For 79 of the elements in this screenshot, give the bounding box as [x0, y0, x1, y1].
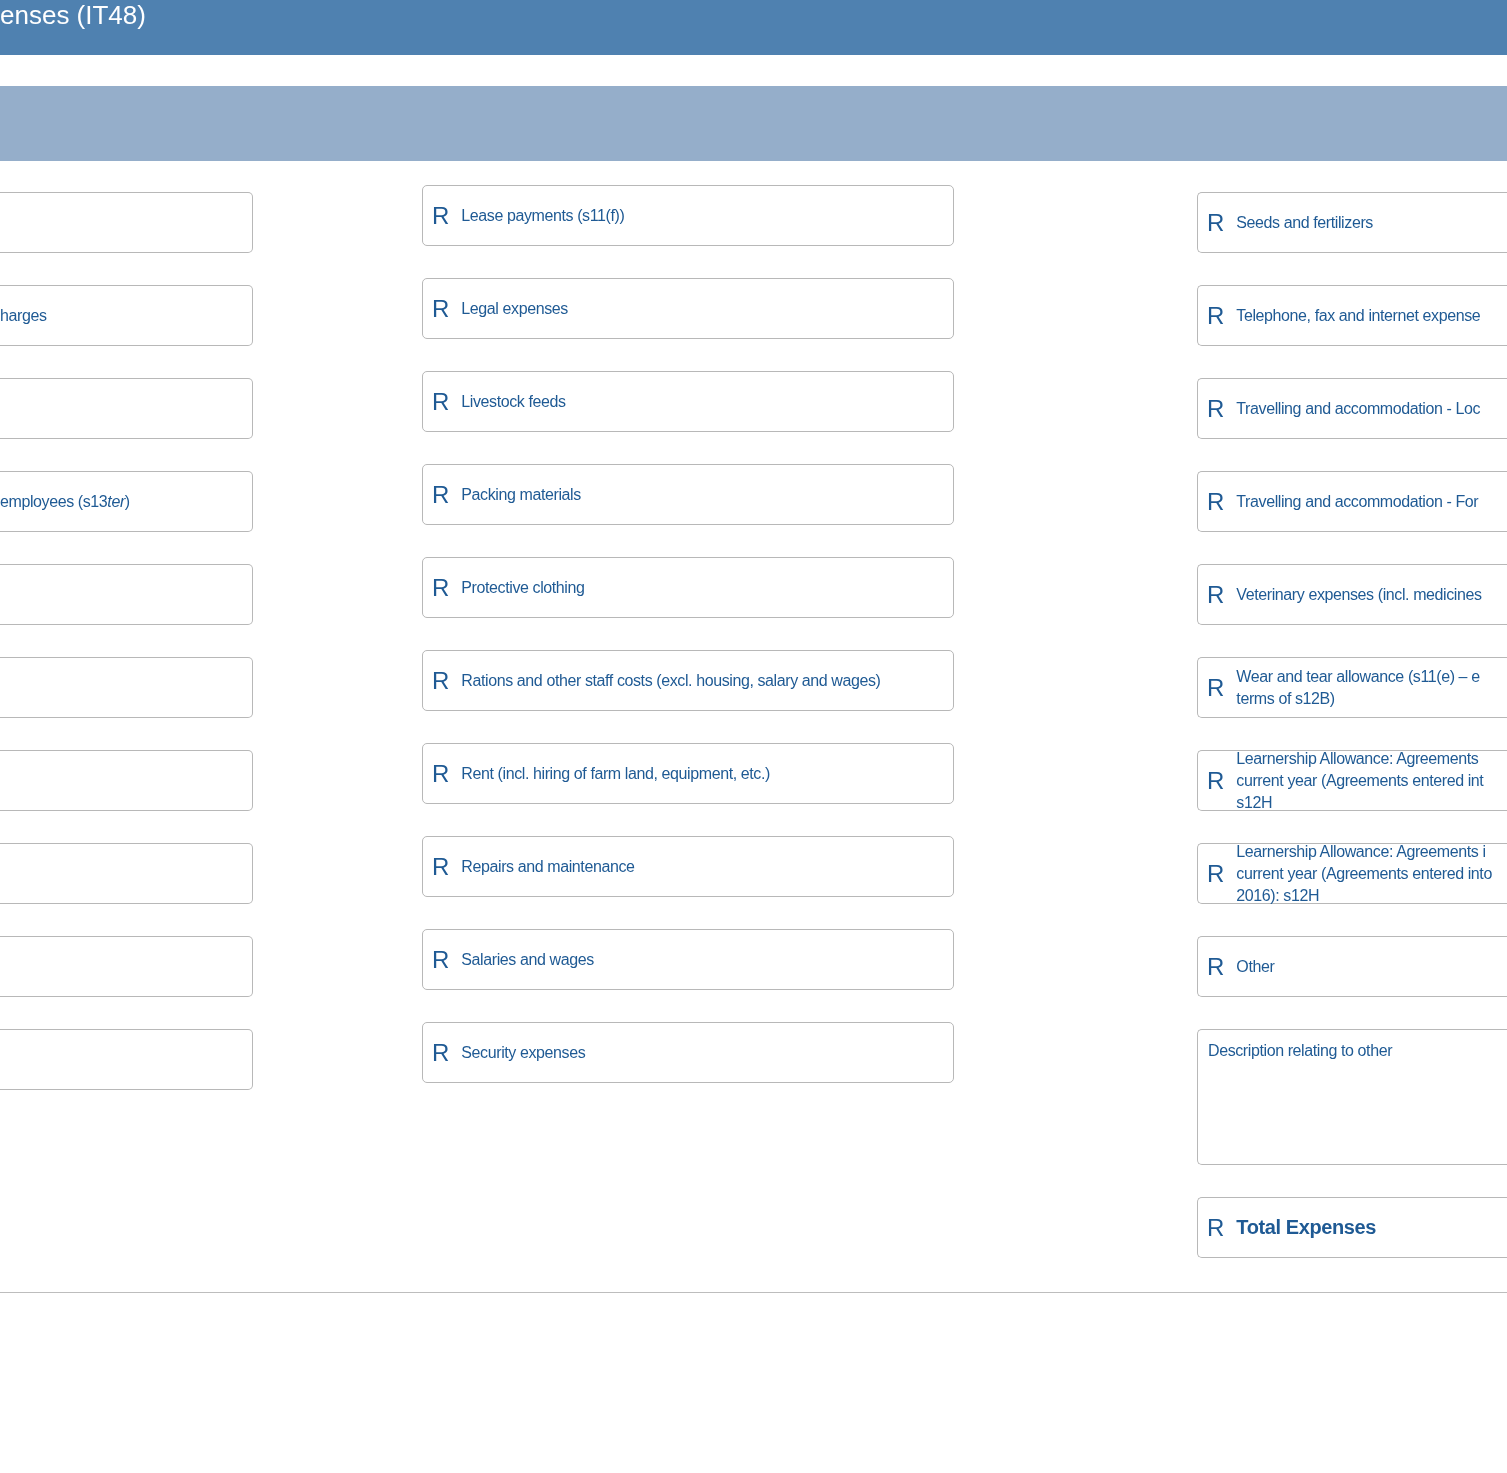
field-label: current year (Agreements entered int	[1236, 771, 1484, 789]
currency-symbol: R	[432, 1038, 450, 1067]
input-field[interactable]	[0, 378, 253, 439]
field-label: Salaries and wages	[461, 950, 594, 968]
input-field[interactable]	[0, 750, 253, 811]
field-label: Telephone, fax and internet expense	[1236, 306, 1481, 324]
input-field[interactable]: harges	[0, 285, 253, 346]
input-field[interactable]	[0, 564, 253, 625]
amount-field[interactable]: R Packing materials	[422, 464, 954, 525]
currency-symbol: R	[432, 201, 450, 230]
description-field[interactable]: Description relating to other	[1197, 1029, 1507, 1165]
currency-symbol: R	[1207, 1213, 1225, 1242]
field-label: Learnership Allowance: Agreements	[1236, 749, 1479, 767]
field-label: current year (Agreements entered into	[1236, 864, 1492, 882]
amount-field[interactable]: R Learnership Allowance: Agreements current year (Agreements entered int s12H	[1197, 750, 1507, 811]
currency-symbol: R	[1207, 301, 1225, 330]
amount-field[interactable]: R Protective clothing	[422, 557, 954, 618]
total-field[interactable]: R Total Expenses	[1197, 1197, 1507, 1258]
currency-symbol: R	[1207, 580, 1225, 609]
amount-field[interactable]: R Learnership Allowance: Agreements i current year (Agreements entered into 2016): s12H	[1197, 843, 1507, 904]
field-label: s12H	[1236, 793, 1273, 811]
field-label: employees (s13ter)	[0, 491, 130, 512]
amount-field[interactable]: R Seeds and fertilizers	[1197, 192, 1507, 253]
currency-symbol: R	[1207, 859, 1225, 888]
field-label: Security expenses	[461, 1043, 586, 1061]
input-field[interactable]	[0, 192, 253, 253]
amount-field[interactable]: R Rations and other staff costs (excl. housing, salary and wages)	[422, 650, 954, 711]
field-label: Seeds and fertilizers	[1236, 213, 1373, 231]
amount-field[interactable]: R Veterinary expenses (incl. medicines	[1197, 564, 1507, 625]
currency-symbol: R	[432, 294, 450, 323]
input-field[interactable]	[0, 657, 253, 718]
amount-field[interactable]: R Repairs and maintenance	[422, 836, 954, 897]
amount-field[interactable]: R Wear and tear allowance (s11(e) – e terms of s12B)	[1197, 657, 1507, 718]
field-label: Veterinary expenses (incl. medicines	[1236, 585, 1482, 603]
field-label: Repairs and maintenance	[461, 857, 635, 875]
amount-field[interactable]: R Livestock feeds	[422, 371, 954, 432]
currency-symbol: R	[432, 852, 450, 881]
currency-symbol: R	[1207, 952, 1225, 981]
amount-field[interactable]: R Rent (incl. hiring of farm land, equipment, etc.)	[422, 743, 954, 804]
currency-symbol: R	[1207, 766, 1225, 795]
currency-symbol: R	[432, 759, 450, 788]
field-label: terms of s12B)	[1236, 689, 1335, 707]
field-label: Lease payments (s11(f))	[461, 206, 625, 224]
field-label: Packing materials	[461, 485, 581, 503]
currency-symbol: R	[1207, 487, 1225, 516]
input-field[interactable]	[0, 936, 253, 997]
amount-field[interactable]: R Legal expenses	[422, 278, 954, 339]
field-label: Other	[1236, 957, 1275, 975]
currency-symbol: R	[432, 945, 450, 974]
field-label: Wear and tear allowance (s11(e) – e	[1236, 667, 1480, 685]
currency-symbol: R	[1207, 673, 1225, 702]
total-label: Total Expenses	[1236, 1216, 1376, 1239]
currency-symbol: R	[1207, 394, 1225, 423]
field-label: Protective clothing	[461, 578, 585, 596]
amount-field[interactable]: R Telephone, fax and internet expense	[1197, 285, 1507, 346]
field-label: Travelling and accommodation - Loc	[1236, 399, 1481, 417]
currency-symbol: R	[432, 387, 450, 416]
input-field[interactable]: employees (s13ter)	[0, 471, 253, 532]
amount-field[interactable]: R Salaries and wages	[422, 929, 954, 990]
field-label: Rations and other staff costs (excl. housing, salary and wages)	[461, 671, 881, 689]
amount-field[interactable]: R Lease payments (s11(f))	[422, 185, 954, 246]
input-field[interactable]	[0, 1029, 253, 1090]
field-label: Livestock feeds	[461, 392, 566, 410]
amount-field[interactable]: R Travelling and accommodation - For	[1197, 471, 1507, 532]
currency-symbol: R	[432, 573, 450, 602]
currency-symbol: R	[1207, 208, 1225, 237]
amount-field[interactable]: R Security expenses	[422, 1022, 954, 1083]
field-label: 2016): s12H	[1236, 886, 1320, 904]
field-label: Rent (incl. hiring of farm land, equipment, etc.)	[461, 764, 770, 782]
form-title: enses (IT48)	[0, 0, 146, 30]
input-field[interactable]	[0, 843, 253, 904]
amount-field[interactable]: R Other	[1197, 936, 1507, 997]
field-label: Travelling and accommodation - For	[1236, 492, 1479, 510]
currency-symbol: R	[432, 480, 450, 509]
field-label: harges	[0, 305, 47, 326]
field-label: Learnership Allowance: Agreements i	[1236, 842, 1486, 860]
field-label: Legal expenses	[461, 299, 568, 317]
currency-symbol: R	[432, 666, 450, 695]
amount-field[interactable]: R Travelling and accommodation - Loc	[1197, 378, 1507, 439]
